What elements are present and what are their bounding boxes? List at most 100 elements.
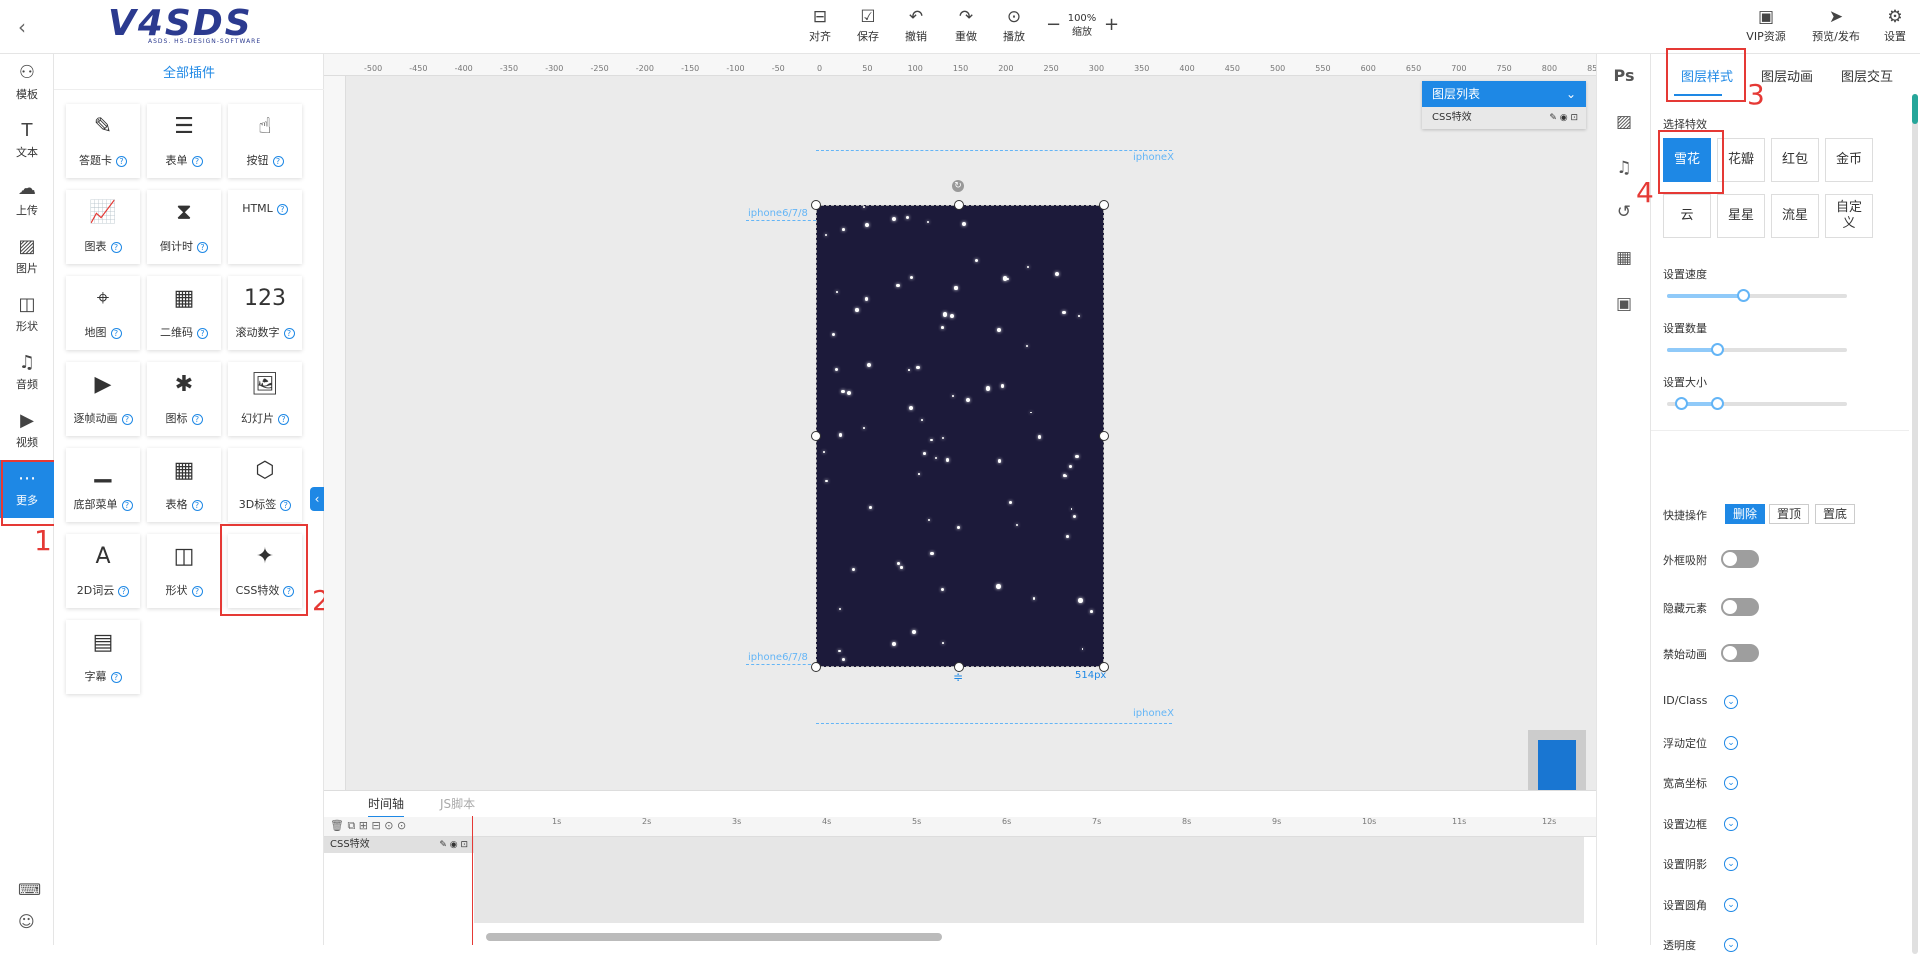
plugin-icon[interactable]: ✱ 图标? xyxy=(147,362,221,436)
count-slider[interactable] xyxy=(1667,343,1847,356)
size-position-expand-icon[interactable]: ⌄ xyxy=(1724,776,1738,790)
help-icon[interactable]: ? xyxy=(121,413,133,425)
row-actions-icon[interactable]: ✎ ◉ ⊡ xyxy=(439,837,468,853)
layer-actions-icon[interactable]: ✎ ◉ ⊡ xyxy=(1549,107,1578,129)
help-icon[interactable]: ? xyxy=(272,155,284,167)
plugin-form[interactable]: ☰ 表单? xyxy=(147,104,221,178)
zoom-in-button[interactable]: + xyxy=(1104,14,1119,35)
plugin-3d-tag[interactable]: ⬡ 3D标签? xyxy=(228,448,302,522)
layer-item[interactable]: CSS特效 ✎ ◉ ⊡ xyxy=(1422,107,1586,129)
help-icon[interactable]: ? xyxy=(110,327,122,339)
plugin-button[interactable]: ☝ 按钮? xyxy=(228,104,302,178)
plugin-shape[interactable]: ◫ 形状? xyxy=(147,534,221,608)
effect-meteor[interactable]: 流星 xyxy=(1771,194,1819,238)
radius-expand-icon[interactable]: ⌄ xyxy=(1724,897,1738,912)
effect-petal[interactable]: 花瓣 xyxy=(1717,138,1765,182)
keyboard-icon[interactable]: ⌨ xyxy=(18,880,41,899)
nav-text[interactable]: T 文本 xyxy=(0,112,54,166)
collapse-panel-button[interactable]: ‹ xyxy=(310,487,324,511)
redo-button[interactable]: ↷ 重做 xyxy=(946,6,986,48)
height-drag-icon[interactable]: ≑ xyxy=(953,670,963,684)
shadow-expand-icon[interactable]: ⌄ xyxy=(1724,857,1738,871)
help-icon[interactable]: ? xyxy=(116,155,127,167)
effect-gold-coin[interactable]: 金币 xyxy=(1825,138,1873,182)
plugin-2d-word-cloud[interactable]: A 2D词云? xyxy=(66,534,140,608)
grid-icon[interactable]: ▦ xyxy=(1597,248,1651,268)
plugin-scroll-number[interactable]: 123 滚动数字? xyxy=(228,276,302,350)
nav-video[interactable]: ▶ 视频 xyxy=(0,402,54,456)
help-icon[interactable]: ? xyxy=(283,327,295,339)
border-expand-icon[interactable]: ⌄ xyxy=(1724,816,1738,831)
resize-handle[interactable] xyxy=(811,662,821,672)
hide-element-toggle[interactable] xyxy=(1721,598,1759,616)
plugin-chart[interactable]: 📈 图表? xyxy=(66,190,140,264)
speed-slider[interactable] xyxy=(1667,289,1847,302)
tab-timeline[interactable]: 时间轴 xyxy=(368,795,405,818)
help-icon[interactable]: ? xyxy=(197,241,208,253)
delete-button[interactable]: 删除 xyxy=(1725,504,1765,524)
help-icon[interactable]: ? xyxy=(191,155,203,167)
tab-js-script[interactable]: JS脚本 xyxy=(440,795,475,812)
nav-image[interactable]: ▨ 图片 xyxy=(0,228,54,282)
help-icon[interactable]: ? xyxy=(110,671,122,683)
horizontal-scrollbar[interactable] xyxy=(486,933,942,941)
save-button[interactable]: ☑ 保存 xyxy=(848,6,888,48)
plugin-html[interactable]: HTML? xyxy=(228,190,302,264)
resize-handle[interactable] xyxy=(954,200,964,210)
float-position-expand-icon[interactable]: ⌄ xyxy=(1724,735,1738,750)
plugin-table[interactable]: ▦ 表格? xyxy=(147,448,221,522)
help-icon[interactable]: ? xyxy=(276,203,288,215)
size-min-knob[interactable] xyxy=(1675,397,1689,410)
snap-border-toggle[interactable] xyxy=(1721,550,1759,568)
effect-custom[interactable]: 自定义 xyxy=(1825,194,1873,238)
id-class-expand-icon[interactable]: ⌄ xyxy=(1724,695,1738,709)
plugin-bottom-menu[interactable]: ▁ 底部菜单? xyxy=(66,448,140,522)
support-icon[interactable]: ☺ xyxy=(18,912,35,931)
send-to-bottom-button[interactable]: 置底 xyxy=(1815,504,1855,524)
tab-layer-interaction[interactable]: 图层交互 xyxy=(1841,66,1893,85)
panel-scrollbar[interactable] xyxy=(1912,94,1918,954)
plugin-slideshow[interactable]: 🖼 幻灯片? xyxy=(228,362,302,436)
effect-red-packet[interactable]: 红包 xyxy=(1771,138,1819,182)
ps-icon[interactable]: Ps xyxy=(1597,66,1651,85)
vip-button[interactable]: ▣ VIP资源 xyxy=(1746,6,1786,48)
timeline-ruler[interactable]: 🗑 ⧉ ⊞ ⊟ ⊙ ⊙ 1s 2s 3s 4s 5s 6s 7s 8s 9s 10s 11s 12s xyxy=(324,817,1596,837)
bring-to-top-button[interactable]: 置顶 xyxy=(1769,504,1809,524)
plugin-answer-card[interactable]: ✎ 答题卡? xyxy=(66,104,140,178)
effect-cloud[interactable]: 云 xyxy=(1663,194,1711,238)
undo-button[interactable]: ↶ 撤销 xyxy=(896,6,936,48)
resize-handle[interactable] xyxy=(811,200,821,210)
tab-layer-animation[interactable]: 图层动画 xyxy=(1761,66,1813,85)
nav-upload[interactable]: ☁ 上传 xyxy=(0,170,54,224)
disable-animation-toggle[interactable] xyxy=(1721,644,1759,662)
back-icon[interactable]: ‹ xyxy=(18,15,26,39)
rotate-handle-icon[interactable]: ↻ xyxy=(952,180,964,192)
music-icon[interactable]: ♫ xyxy=(1597,158,1651,178)
resize-handle[interactable] xyxy=(1099,431,1109,441)
nav-shape[interactable]: ◫ 形状 xyxy=(0,286,54,340)
timeline-layer-row[interactable]: CSS特效 ✎ ◉ ⊡ xyxy=(324,837,474,853)
help-icon[interactable]: ? xyxy=(278,413,289,425)
chevron-down-icon[interactable]: ⌄ xyxy=(1566,81,1576,107)
publish-button[interactable]: ➤ 预览/发布 xyxy=(1806,6,1866,48)
size-max-knob[interactable] xyxy=(1711,397,1725,410)
size-slider[interactable] xyxy=(1667,397,1847,410)
texture-icon[interactable]: ▨ xyxy=(1597,112,1651,132)
plugin-frame-animation[interactable]: ▶ 逐帧动画? xyxy=(66,362,140,436)
nav-audio[interactable]: ♫ 音频 xyxy=(0,344,54,398)
play-button[interactable]: ⊙ 播放 xyxy=(994,6,1034,48)
help-icon[interactable]: ? xyxy=(280,499,292,511)
help-icon[interactable]: ? xyxy=(191,413,203,425)
plugin-map[interactable]: ⌖ 地图? xyxy=(66,276,140,350)
zoom-out-button[interactable]: − xyxy=(1046,14,1061,35)
help-icon[interactable]: ? xyxy=(110,241,122,253)
layer-list-header[interactable]: 图层列表 ⌄ xyxy=(1422,81,1586,107)
help-icon[interactable]: ? xyxy=(121,499,133,511)
help-icon[interactable]: ? xyxy=(118,585,130,597)
plugin-qrcode[interactable]: ▦ 二维码? xyxy=(147,276,221,350)
resize-handle[interactable] xyxy=(1099,200,1109,210)
help-icon[interactable]: ? xyxy=(191,585,203,597)
opacity-expand-icon[interactable]: ⌄ xyxy=(1724,938,1738,952)
timeline-track-area[interactable] xyxy=(474,837,1584,923)
plugin-countdown[interactable]: ⧗ 倒计时? xyxy=(147,190,221,264)
